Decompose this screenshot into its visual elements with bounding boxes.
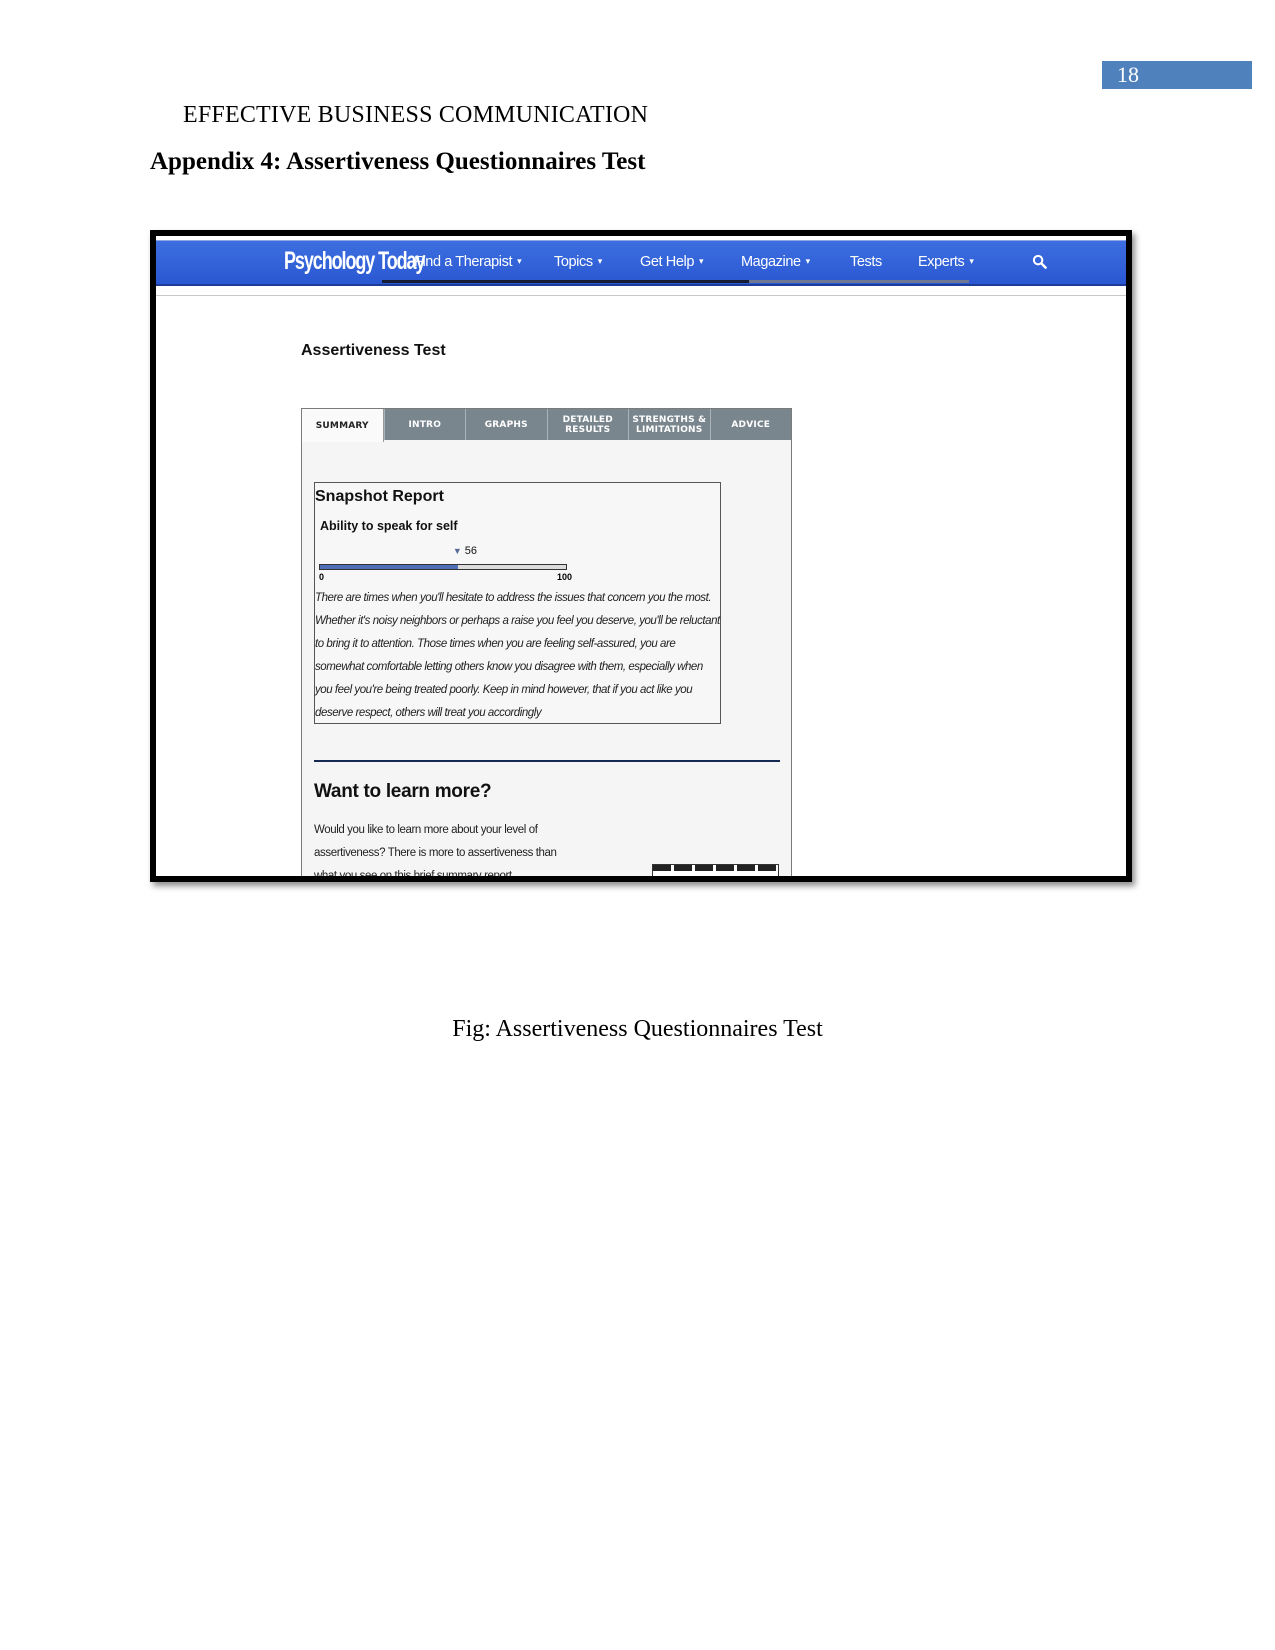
appendix-title: Appendix 4: Assertiveness Questionnaires… [150,148,646,175]
caret-down-icon: ▾ [969,256,974,266]
nav-label: Tests [850,254,882,270]
search-icon[interactable] [1032,254,1047,269]
nav-label: Find a Therapist [414,254,513,270]
marker-arrow-icon: ▼ [452,546,462,556]
score-bar [319,564,567,570]
trait-label: Ability to speak for self [320,519,458,533]
tab-strengths-limitations[interactable]: STRENGTHS & LIMITATIONS [628,409,710,440]
test-title: Assertiveness Test [301,342,446,359]
thumbnail-tabs [653,865,778,871]
nav-shadow-bar [749,280,969,283]
tab-graphs[interactable]: GRAPHS [465,409,547,440]
nav-item-get-help[interactable]: Get Help ▾ [640,254,704,270]
score-bar-fill [320,565,458,569]
nav-label: Get Help [640,254,695,270]
figure-screenshot: Psychology Today Find a Therapist ▾ Topic… [150,230,1132,882]
section-divider [314,760,780,762]
divider [156,295,1126,296]
caret-down-icon: ▾ [517,256,522,266]
scale-max-label: 100 [557,572,573,582]
tab-summary[interactable]: SUMMARY [302,409,384,442]
tab-intro[interactable]: INTRO [383,409,465,440]
caret-down-icon: ▾ [805,256,811,266]
nav-item-experts[interactable]: Experts ▾ [918,254,974,270]
learn-more-heading: Want to learn more? [314,781,492,802]
tab-detailed-results[interactable]: DETAILED RESULTS [546,409,628,440]
report-description: There are times when you'll hesitate to … [315,592,720,719]
running-header: EFFECTIVE BUSINESS COMMUNICATION [183,102,649,128]
caret-down-icon: ▾ [597,256,603,266]
score-marker: ▼ 56 [453,545,477,557]
figure-caption: Fig: Assertiveness Questionnaires Test [452,1016,823,1042]
snapshot-report: Snapshot Report Ability to speak for sel… [314,482,721,724]
nav-label: Experts [918,254,965,270]
nav-label: Magazine [741,254,801,270]
nav-item-topics[interactable]: Topics ▾ [554,254,602,270]
report-preview-thumbnail [652,864,779,876]
report-tabs: SUMMARY INTRO GRAPHS DETAILED RESULTS ST… [302,409,791,442]
nav-item-magazine[interactable]: Magazine ▾ [741,254,810,270]
tab-advice[interactable]: ADVICE [709,409,791,440]
nav-label: Topics [554,254,593,270]
snapshot-title: Snapshot Report [315,488,444,505]
scale-min-label: 0 [319,572,325,582]
report-panel: SUMMARY INTRO GRAPHS DETAILED RESULTS ST… [301,408,792,882]
nav-item-find-a-therapist[interactable]: Find a Therapist ▾ [414,254,522,270]
score-value: 56 [464,545,478,557]
nav-item-tests[interactable]: Tests [850,254,882,270]
site-logo[interactable]: Psychology Today [284,247,426,276]
caret-down-icon: ▾ [699,256,704,266]
page-number: 18 [1102,61,1252,89]
nav-shadow-bar [382,280,749,283]
learn-more-text: Would you like to learn more about your … [314,824,557,882]
